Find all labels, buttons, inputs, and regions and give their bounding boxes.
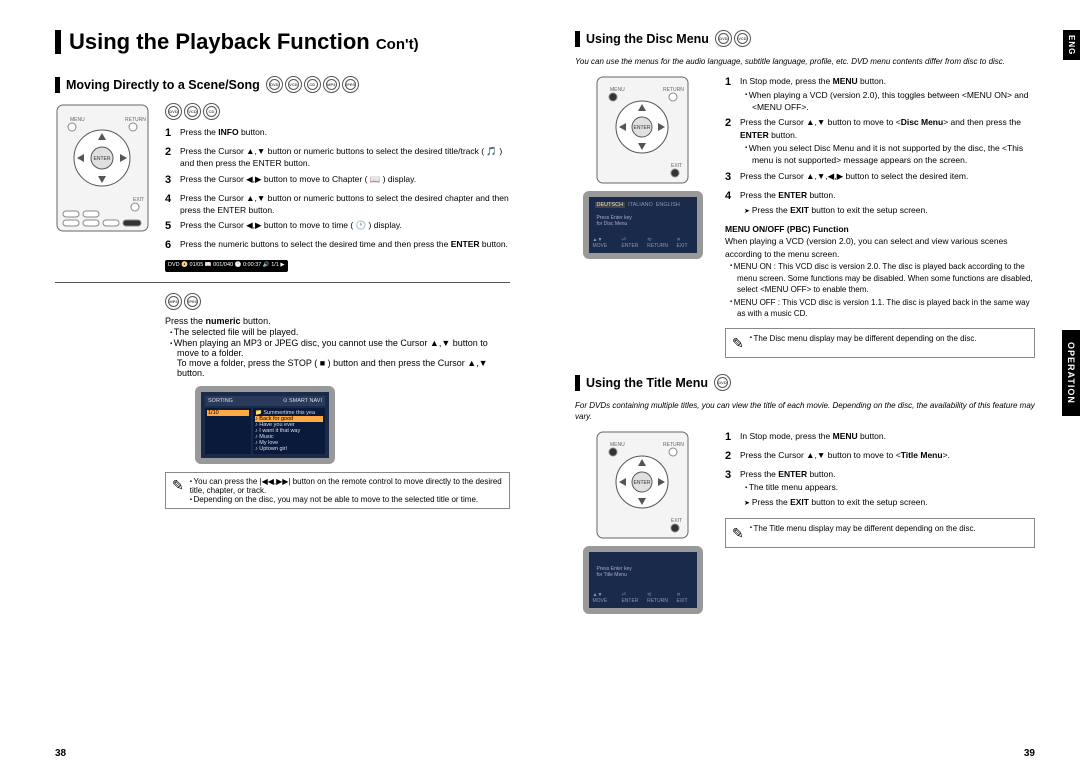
- pencil-icon: ✎: [172, 477, 184, 504]
- remote-illustration: ENTER MENU RETURN EXIT: [595, 430, 690, 540]
- section-title: Moving Directly to a Scene/Song: [66, 78, 260, 92]
- pbc-off: MENU OFF : This VCD disc is version 1.1.…: [725, 297, 1035, 320]
- page-number: 39: [1024, 748, 1035, 759]
- pbc-on: MENU ON : This VCD disc is version 2.0. …: [725, 261, 1035, 296]
- page-left: Using the Playback Function Con't) Movin…: [0, 0, 540, 769]
- tip-note: ✎ The Title menu display may be differen…: [725, 518, 1035, 548]
- format-icons-row: DVD VCD CD MP3 JPEG: [266, 76, 359, 93]
- svg-text:ENTER: ENTER: [634, 480, 651, 486]
- step-text: Press the INFO button.: [180, 126, 267, 142]
- section-title: Using the Disc Menu: [586, 32, 709, 46]
- screen-illustration-disc-menu: DEUTSCH ITALIANO ENGLISH Press Enter key…: [583, 191, 703, 259]
- step-text: In Stop mode, press the MENU button.: [740, 76, 886, 86]
- tip-item: You can press the |◀◀,▶▶| button on the …: [190, 477, 503, 495]
- section-tab: OPERATION: [1062, 330, 1080, 416]
- section-heading-scene: Moving Directly to a Scene/Song DVD VCD …: [55, 76, 510, 93]
- dvd-icon: DVD: [714, 374, 731, 391]
- dvd-icon: DVD: [715, 30, 732, 47]
- dvd-icon: DVD: [266, 76, 283, 93]
- instruction-line: Press the numeric button.: [165, 316, 510, 326]
- main-title-suffix: Con't): [376, 36, 419, 53]
- remote-illustration: ENTER MENU RETURN EXIT: [55, 103, 150, 233]
- svg-text:EXIT: EXIT: [133, 197, 144, 203]
- pencil-icon: ✎: [732, 333, 744, 353]
- step-text: Press the numeric buttons to select the …: [180, 238, 508, 254]
- svg-text:RETURN: RETURN: [125, 117, 146, 123]
- svg-text:MENU: MENU: [70, 117, 85, 123]
- remote-illustration: ENTER MENU RETURN EXIT: [595, 75, 690, 185]
- sub-bullet: The title menu appears.: [740, 481, 928, 493]
- exit-line: Press the EXIT button to exit the setup …: [740, 204, 928, 217]
- bullet: The selected file will be played.: [165, 327, 510, 337]
- tip-item: Depending on the disc, you may not be ab…: [190, 495, 503, 504]
- step-text: Press the Cursor ▲,▼ button or numeric b…: [180, 192, 510, 217]
- vcd-icon: VCD: [734, 30, 751, 47]
- sub-bullet: When playing a VCD (version 2.0), this t…: [740, 89, 1035, 114]
- pbc-heading: MENU ON/OFF (PBC) Function: [725, 223, 1035, 235]
- step-text: Press the Cursor ▲,▼,◀,▶ button to selec…: [740, 170, 968, 186]
- step-text: In Stop mode, press the MENU button.: [740, 430, 886, 446]
- page-title: Using the Playback Function Con't): [55, 30, 510, 54]
- svg-text:ENTER: ENTER: [634, 125, 651, 131]
- format-icons-sub-b: MP3 JPEG: [165, 293, 510, 310]
- step-text: Press the ENTER button.: [740, 190, 835, 200]
- step-text: Press the Cursor ◀,▶ button to move to t…: [180, 219, 402, 235]
- main-title-text: Using the Playback Function: [69, 29, 370, 54]
- cd-icon: CD: [304, 76, 321, 93]
- page-number: 38: [55, 748, 66, 759]
- step-text: Press the ENTER button.: [740, 469, 835, 479]
- jpeg-icon: JPEG: [342, 76, 359, 93]
- bullet: When playing an MP3 or JPEG disc, you ca…: [165, 338, 510, 358]
- svg-text:ENTER: ENTER: [94, 156, 111, 162]
- svg-text:EXIT: EXIT: [671, 518, 682, 524]
- step-text: Press the Cursor ▲,▼ button or numeric b…: [180, 145, 510, 170]
- language-tab: ENG: [1063, 30, 1080, 60]
- step-text: Press the Cursor ◀,▶ button to move to C…: [180, 173, 416, 189]
- svg-text:EXIT: EXIT: [671, 163, 682, 169]
- screen-illustration-mp3: SORTING⊙ SMART NAVI 1/10 📁 Summertime th…: [195, 386, 335, 464]
- mp3-icon: MP3: [323, 76, 340, 93]
- osd-info-strip: DVD 📀 01/05 📖 001/040 🕐 0:00:37 🔊 1/1 ▶: [165, 260, 288, 272]
- section-heading-title-menu: Using the Title Menu DVD: [575, 374, 1035, 391]
- pbc-body: When playing a VCD (version 2.0), you ca…: [725, 235, 1035, 260]
- section-note: For DVDs containing multiple titles, you…: [575, 401, 1035, 422]
- sub-bullet: When you select Disc Menu and it is not …: [740, 142, 1035, 167]
- tip-note: ✎ You can press the |◀◀,▶▶| button on th…: [165, 472, 510, 509]
- vcd-icon: VCD: [285, 76, 302, 93]
- step-list-a: 1Press the INFO button. 2Press the Curso…: [165, 126, 510, 254]
- section-heading-disc-menu: Using the Disc Menu DVD VCD: [575, 30, 1035, 47]
- screen-illustration-title-menu: Press Enter key for Title Menu ▲▼ MOVE⏎ …: [583, 546, 703, 614]
- tip-item: The Title menu display may be different …: [750, 523, 976, 535]
- tip-item: The Disc menu display may be different d…: [750, 333, 977, 345]
- svg-text:RETURN: RETURN: [663, 442, 684, 448]
- sub-line: To move a folder, press the STOP ( ■ ) b…: [165, 358, 510, 378]
- step-text: Press the Cursor ▲,▼ button to move to <…: [740, 449, 950, 465]
- format-icons-sub: DVD VCD CD: [165, 103, 510, 120]
- tip-note: ✎ The Disc menu display may be different…: [725, 328, 1035, 358]
- pencil-icon: ✎: [732, 523, 744, 543]
- section-title: Using the Title Menu: [586, 376, 708, 390]
- svg-text:MENU: MENU: [610, 87, 625, 93]
- step-text: Press the Cursor ▲,▼ button to move to <…: [740, 117, 1021, 139]
- svg-text:MENU: MENU: [610, 442, 625, 448]
- page-right: ENG OPERATION Using the Disc Menu DVD VC…: [540, 0, 1080, 769]
- exit-line: Press the EXIT button to exit the setup …: [740, 496, 928, 509]
- section-note: You can use the menus for the audio lang…: [575, 57, 1035, 67]
- svg-text:RETURN: RETURN: [663, 87, 684, 93]
- step-list-title-menu: 1In Stop mode, press the MENU button. 2P…: [725, 430, 1035, 510]
- step-list-disc-menu: 1In Stop mode, press the MENU button. Wh…: [725, 75, 1035, 217]
